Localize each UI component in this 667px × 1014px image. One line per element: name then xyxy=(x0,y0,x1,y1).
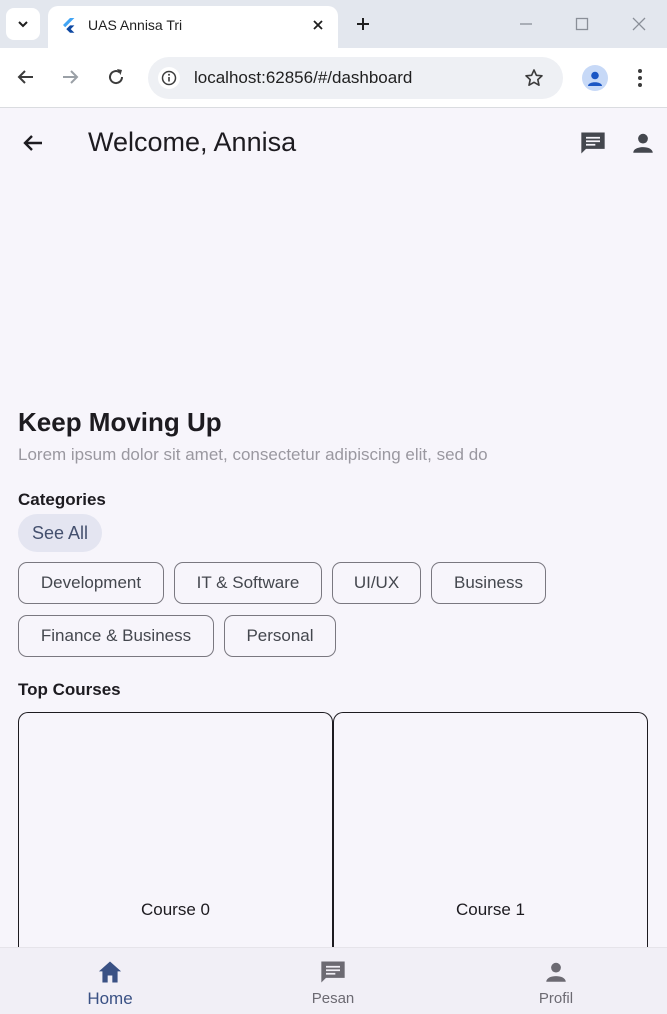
category-chip[interactable]: Personal xyxy=(224,615,336,657)
nav-item-profil[interactable]: Profil xyxy=(496,948,616,1014)
person-icon xyxy=(633,133,653,153)
bookmark-button[interactable] xyxy=(523,67,545,89)
reload-button[interactable] xyxy=(104,65,128,89)
app-viewport: Welcome, Annisa Keep Moving Up Lorem ips… xyxy=(0,109,667,1014)
arrow-left-icon xyxy=(17,70,33,84)
close-tab-button[interactable] xyxy=(308,15,328,35)
browser-profile-button[interactable] xyxy=(582,65,608,91)
maximize-icon xyxy=(575,17,589,31)
app-back-button[interactable] xyxy=(20,130,46,156)
star-icon xyxy=(525,69,543,86)
home-icon xyxy=(96,958,124,986)
category-chip[interactable]: IT & Software xyxy=(174,562,322,604)
close-icon xyxy=(632,17,646,31)
see-all-button[interactable]: See All xyxy=(18,514,102,552)
category-chip[interactable]: Business xyxy=(431,562,546,604)
reload-icon xyxy=(109,69,124,85)
browser-toolbar: localhost:62856/#/dashboard xyxy=(0,48,667,108)
nav-label: Home xyxy=(87,989,133,1008)
browser-tab[interactable]: UAS Annisa Tri xyxy=(48,6,338,48)
close-icon xyxy=(313,20,323,30)
maximize-button[interactable] xyxy=(570,12,594,36)
person-icon xyxy=(542,958,570,986)
profile-button[interactable] xyxy=(628,128,658,158)
forward-button[interactable] xyxy=(58,65,82,89)
flutter-icon xyxy=(63,18,75,33)
close-window-button[interactable] xyxy=(627,12,651,36)
course-title: Course 1 xyxy=(456,900,525,919)
minimize-button[interactable] xyxy=(514,12,538,36)
nav-item-pesan[interactable]: Pesan xyxy=(273,948,393,1014)
bottom-navigation: Home Pesan Profil xyxy=(0,947,667,1014)
categories-heading: Categories xyxy=(18,490,106,509)
top-courses-heading: Top Courses xyxy=(18,680,121,699)
browser-menu-button[interactable] xyxy=(630,65,650,91)
category-chip[interactable]: Development xyxy=(18,562,164,604)
arrow-right-icon xyxy=(63,70,79,84)
chevron-down-icon xyxy=(18,21,28,28)
nav-label: Pesan xyxy=(311,990,355,1007)
category-chip[interactable]: Finance & Business xyxy=(18,615,214,657)
course-card[interactable]: Course 1 xyxy=(333,712,648,972)
messages-button[interactable] xyxy=(578,128,608,158)
tab-title: UAS Annisa Tri xyxy=(88,17,183,33)
hero-title: Keep Moving Up xyxy=(18,407,222,437)
nav-label: Profil xyxy=(538,990,574,1007)
chat-icon xyxy=(581,132,605,154)
course-card[interactable]: Course 0 xyxy=(18,712,333,972)
url-text: localhost:62856/#/dashboard xyxy=(194,68,413,87)
browser-tab-bar: UAS Annisa Tri xyxy=(0,0,667,48)
more-vert-icon xyxy=(638,69,642,87)
tab-search-button[interactable] xyxy=(6,8,40,40)
nav-item-home[interactable]: Home xyxy=(50,948,170,1014)
category-chip[interactable]: UI/UX xyxy=(332,562,421,604)
page-title: Welcome, Annisa xyxy=(88,127,297,157)
address-bar[interactable]: localhost:62856/#/dashboard xyxy=(148,57,563,99)
new-tab-button[interactable] xyxy=(352,13,374,35)
hero-subtitle: Lorem ipsum dolor sit amet, consectetur … xyxy=(18,445,488,464)
arrow-back-icon xyxy=(23,135,42,151)
course-title: Course 0 xyxy=(141,900,210,919)
minimize-icon xyxy=(520,23,532,25)
chat-icon xyxy=(319,958,347,986)
info-icon xyxy=(161,70,177,86)
site-info-button[interactable] xyxy=(158,67,180,89)
back-button[interactable] xyxy=(14,65,38,89)
plus-icon xyxy=(357,18,369,30)
person-icon xyxy=(588,71,602,86)
